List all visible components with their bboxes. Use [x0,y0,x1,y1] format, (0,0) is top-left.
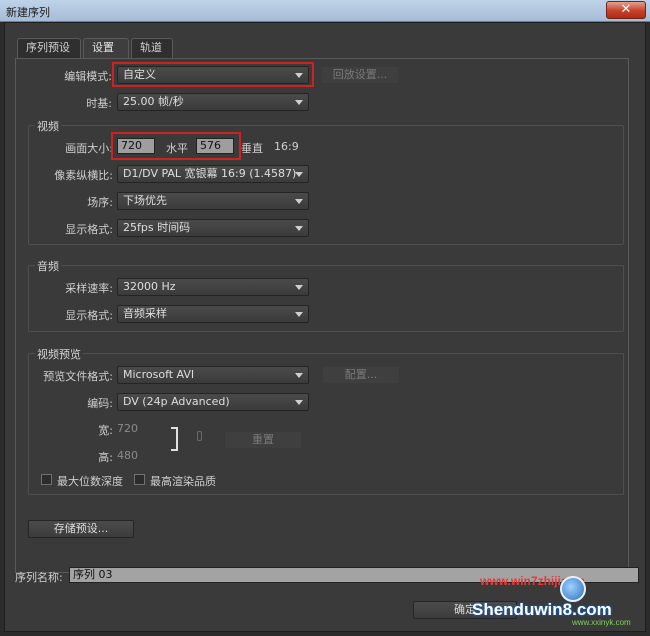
max-bit-depth-checkbox[interactable] [41,474,52,485]
sample-rate-label: 采样速率: [65,282,113,295]
chevron-down-icon [295,226,303,231]
windows-logo-icon [560,576,586,602]
codec-label: 编码: [87,397,113,410]
preview-width-label: 宽: [98,424,113,437]
playback-settings-button[interactable]: 回放设置... [321,66,399,84]
frame-size-label: 画面大小: [65,142,113,155]
title-bar: 新建序列 ✕ [0,0,650,22]
preview-file-format-dropdown[interactable]: Microsoft AVI [117,366,309,384]
audio-group-title: 音频 [35,258,61,274]
fields-value: 下场优先 [123,194,167,207]
fields-dropdown[interactable]: 下场优先 [117,192,309,210]
chevron-down-icon [295,172,303,177]
preview-file-format-label: 预览文件格式: [43,370,113,383]
preview-height-label: 高: [98,451,113,464]
chevron-down-icon [295,312,303,317]
vertical-label: 垂直 [241,142,263,155]
edit-mode-value: 自定义 [123,68,156,81]
audio-display-format-dropdown[interactable]: 音频采样 [117,305,309,323]
video-display-format-value: 25fps 时间码 [123,221,191,234]
chevron-down-icon [295,400,303,405]
preview-width-value: 720 [117,422,138,435]
timebase-value: 25.00 帧/秒 [123,95,184,108]
max-render-quality-checkbox[interactable] [134,474,145,485]
sample-rate-dropdown[interactable]: 32000 Hz [117,278,309,296]
video-preview-group: 视频预览 预览文件格式: Microsoft AVI 配置... 编码: DV … [28,346,624,495]
video-display-format-dropdown[interactable]: 25fps 时间码 [117,219,309,237]
settings-panel: 编辑模式: 自定义 回放设置... 时基: 25.00 帧/秒 视频 画面大小:… [15,58,629,573]
pixel-aspect-label: 像素纵横比: [54,169,113,182]
preview-height-value: 480 [117,449,138,462]
tab-tracks[interactable]: 轨道 [131,38,173,58]
chevron-down-icon [295,285,303,290]
tab-settings[interactable]: 设置 [83,38,129,59]
sample-rate-value: 32000 Hz [123,280,176,293]
pixel-aspect-value: D1/DV PAL 宽银幕 16:9 (1.4587) [123,167,297,180]
frame-height-field[interactable]: 576 [196,138,234,154]
max-render-quality-label: 最高渲染品质 [150,475,216,488]
preview-file-format-value: Microsoft AVI [123,368,195,381]
reset-button[interactable]: 重置 [224,431,302,449]
timebase-label: 时基: [86,97,112,110]
edit-mode-dropdown[interactable]: 自定义 [117,66,309,84]
edit-mode-label: 编辑模式: [64,70,112,83]
chevron-down-icon [295,73,303,78]
link-bracket-icon [171,427,178,451]
timebase-dropdown[interactable]: 25.00 帧/秒 [117,93,309,111]
video-group-title: 视频 [35,118,61,134]
audio-display-format-label: 显示格式: [65,309,113,322]
pixel-aspect-dropdown[interactable]: D1/DV PAL 宽银幕 16:9 (1.4587) [117,165,309,183]
watermark-brand: Shenduwin8.com [472,600,612,619]
dialog-body: 序列预设 设置 轨道 编辑模式: 自定义 回放设置... 时基: 25.00 帧… [4,22,646,632]
configure-button[interactable]: 配置... [322,366,400,384]
chain-link-icon[interactable] [197,431,202,441]
tab-sequence-presets[interactable]: 序列预设 [17,38,81,58]
chevron-down-icon [295,100,303,105]
video-group: 视频 画面大小: 720 水平 576 垂直 16:9 像素纵横比: D1/DV… [28,118,624,245]
sequence-name-label: 序列名称: [15,571,63,584]
video-preview-group-title: 视频预览 [35,346,83,362]
codec-dropdown[interactable]: DV (24p Advanced) [117,393,309,411]
save-preset-button[interactable]: 存储预设... [28,520,134,538]
codec-value: DV (24p Advanced) [123,395,230,408]
audio-display-format-value: 音频采样 [123,307,167,320]
max-bit-depth-label: 最大位数深度 [57,475,123,488]
audio-group: 音频 采样速率: 32000 Hz 显示格式: 音频采样 [28,258,624,332]
frame-width-field[interactable]: 720 [117,138,155,154]
chevron-down-icon [295,373,303,378]
window-title: 新建序列 [6,6,50,19]
aspect-ratio-text: 16:9 [274,140,299,153]
fields-label: 场序: [87,196,113,209]
video-display-format-label: 显示格式: [65,223,113,236]
close-button[interactable]: ✕ [606,1,646,19]
chevron-down-icon [295,199,303,204]
horizontal-label: 水平 [166,142,188,155]
watermark-small-url: www.xxinyk.com [572,618,631,627]
